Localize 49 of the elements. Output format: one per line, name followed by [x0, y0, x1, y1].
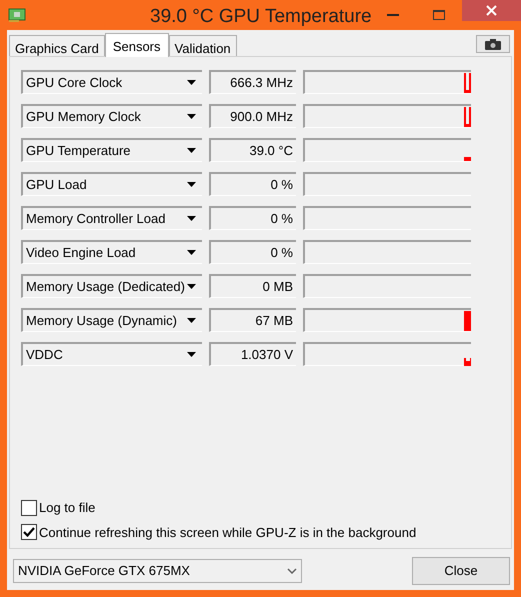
sensor-dropdown[interactable]: GPU Memory Clock: [21, 104, 202, 128]
window-title: 39.0 °C GPU Temperature: [150, 5, 372, 29]
sensor-value: 39.0 °C: [209, 138, 296, 162]
graph-line: [464, 311, 471, 331]
dropdown-arrow-icon: [187, 148, 196, 153]
sensor-value: 1.0370 V: [209, 342, 296, 366]
screenshot-button[interactable]: [476, 35, 510, 53]
dropdown-arrow-icon: [187, 114, 196, 119]
checkbox[interactable]: [21, 524, 37, 540]
dropdown-arrow-icon: [187, 80, 196, 85]
device-select[interactable]: NVIDIA GeForce GTX 675MX: [13, 559, 302, 583]
tab[interactable]: Sensors: [104, 33, 169, 57]
sensor-dropdown[interactable]: GPU Temperature: [21, 138, 202, 162]
dropdown-arrow-icon: [187, 182, 196, 187]
sensor-dropdown[interactable]: Memory Controller Load: [21, 206, 202, 230]
dropdown-arrow-icon: [187, 318, 196, 323]
close-icon: [486, 5, 497, 16]
sensor-value: 0 %: [209, 240, 296, 264]
chevron-down-icon: [287, 568, 297, 574]
sensor-dropdown[interactable]: Memory Usage (Dynamic): [21, 308, 202, 332]
graph-line: [464, 107, 471, 127]
tab[interactable]: Validation: [168, 35, 237, 56]
graphics-card-icon: [8, 8, 26, 22]
graph-line: [464, 358, 471, 366]
sensor-value: 666.3 MHz: [209, 70, 296, 94]
checkbox[interactable]: [21, 500, 37, 516]
sensor-dropdown[interactable]: Memory Usage (Dedicated): [21, 274, 202, 298]
graph-line: [464, 73, 471, 93]
sensor-value: 67 MB: [209, 308, 296, 332]
sensor-dropdown[interactable]: Video Engine Load: [21, 240, 202, 264]
camera-icon: [485, 38, 501, 50]
sensor-value: 0 %: [209, 172, 296, 196]
check-icon: [23, 527, 35, 538]
checkbox-label: Continue refreshing this screen while GPU-Z is in the background: [39, 524, 416, 542]
sensor-value: 900.0 MHz: [209, 104, 296, 128]
close-window-button[interactable]: [462, 0, 521, 21]
dropdown-arrow-icon: [187, 284, 196, 289]
sensor-dropdown[interactable]: GPU Core Clock: [21, 70, 202, 94]
dropdown-arrow-icon: [187, 216, 196, 221]
tab[interactable]: Graphics Card: [9, 35, 105, 56]
sensor-dropdown[interactable]: GPU Load: [21, 172, 202, 196]
sensor-dropdown[interactable]: VDDC: [21, 342, 202, 366]
checkbox-label: Log to file: [39, 499, 96, 517]
close-button[interactable]: Close: [412, 557, 510, 585]
dropdown-arrow-icon: [187, 352, 196, 357]
graph-line: [464, 157, 471, 161]
sensor-value: 0 MB: [209, 274, 296, 298]
dropdown-arrow-icon: [187, 250, 196, 255]
sensor-value: 0 %: [209, 206, 296, 230]
